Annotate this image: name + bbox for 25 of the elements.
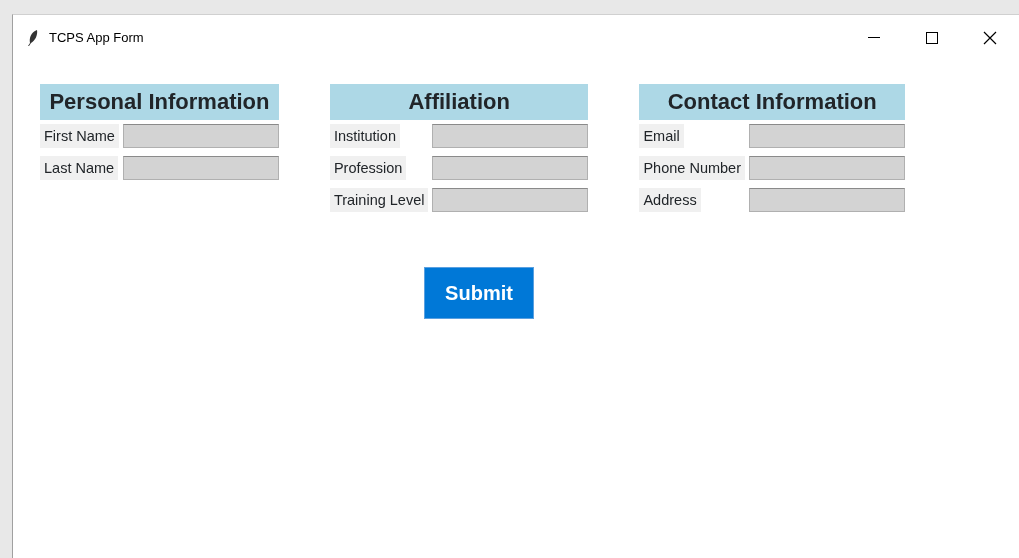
field-label: Training Level bbox=[329, 188, 429, 212]
field-label: Profession bbox=[329, 156, 407, 180]
window-title: TCPS App Form bbox=[49, 29, 144, 48]
close-icon bbox=[983, 31, 997, 45]
section-heading: Contact Information bbox=[639, 84, 905, 120]
input-field[interactable] bbox=[432, 156, 589, 180]
submit-button[interactable]: Submit bbox=[424, 267, 534, 319]
minimize-icon bbox=[868, 37, 880, 39]
field-label: Address bbox=[639, 188, 701, 212]
input-field[interactable] bbox=[432, 188, 589, 212]
input-field[interactable] bbox=[122, 156, 279, 180]
section-heading: Affiliation bbox=[329, 84, 589, 120]
input-field[interactable] bbox=[749, 156, 905, 180]
field-label: First Name bbox=[40, 124, 119, 148]
input-field[interactable] bbox=[749, 124, 905, 148]
input-field[interactable] bbox=[122, 124, 279, 148]
field-label: Last Name bbox=[40, 156, 119, 180]
section-heading: Personal Information bbox=[40, 84, 279, 120]
maximize-icon bbox=[926, 32, 938, 44]
input-field[interactable] bbox=[749, 188, 905, 212]
input-field[interactable] bbox=[432, 124, 589, 148]
feather-icon bbox=[27, 29, 39, 47]
field-label: Phone Number bbox=[639, 156, 745, 180]
field-label: Email bbox=[639, 124, 684, 148]
field-label: Institution bbox=[329, 124, 400, 148]
